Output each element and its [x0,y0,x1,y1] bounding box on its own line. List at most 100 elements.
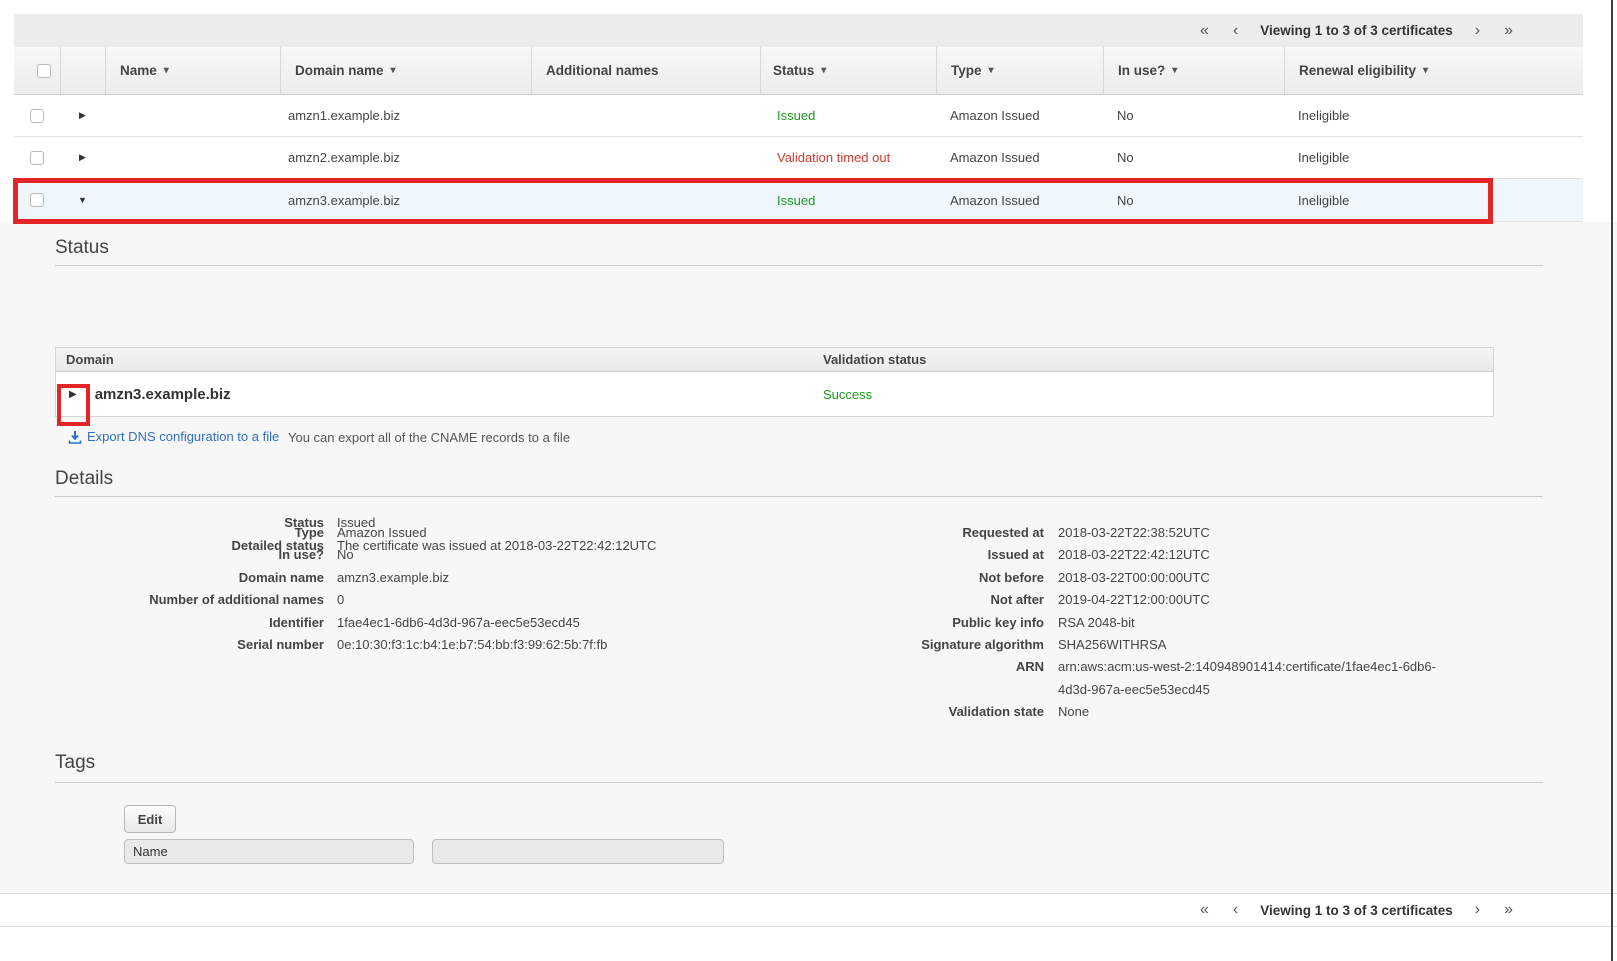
detail-label: Serial number [55,634,324,656]
domain-header: Domain [56,352,823,367]
detail-label: Identifier [55,612,324,634]
detail-label: Issued at [850,544,1044,566]
cell-in-use: No [1103,95,1284,136]
details-right-column: Requested at 2018-03-22T22:38:52UTC Issue… [850,522,1450,724]
identifier-link[interactable]: 1fae4ec1-6db6-4d3d-967a-eec5e53ecd45 [337,612,580,634]
detail-value: Amazon Issued [337,522,427,544]
cell-domain-name: amzn3.example.biz [280,179,531,221]
cell-additional-names [531,179,760,221]
cell-name [105,137,280,178]
pagination: « ‹ Viewing 1 to 3 of 3 certificates › » [1188,902,1525,918]
tag-value-field[interactable] [432,839,724,864]
detail-value: amzn3.example.biz [337,567,449,589]
table-row-amzn2: ▶ amzn2.example.biz Validation timed out… [14,137,1583,179]
detail-label: ARN [850,656,1044,678]
table-header-row: Name▾ Domain name▾ Additional names Stat… [14,47,1583,95]
detail-value: No [337,544,354,566]
export-hint-text: You can export all of the CNAME records … [288,430,570,445]
cell-renewal-eligibility: Ineligible [1284,95,1583,136]
header-name[interactable]: Name▾ [105,47,280,94]
detail-label: Not before [850,567,1044,589]
cell-domain-name: amzn1.example.biz [280,95,531,136]
expand-row-icon[interactable]: ▶ [79,110,86,121]
sort-icon: ▾ [164,65,169,76]
sort-icon: ▾ [1423,65,1428,76]
details-section-title: Details [55,468,113,490]
detail-value: 2018-03-22T22:38:52UTC [1058,522,1210,544]
collapse-row-icon[interactable]: ▼ [78,195,87,205]
domain-row: ▶ amzn3.example.biz Success [56,372,1493,416]
cell-name [105,95,280,136]
expand-domain-icon[interactable]: ▶ [69,389,77,400]
select-all-checkbox[interactable] [37,64,51,78]
header-status[interactable]: Status▾ [760,47,936,94]
header-in-use[interactable]: In use?▾ [1103,47,1284,94]
detail-value: None [1058,701,1089,723]
row-checkbox[interactable] [30,151,44,165]
tag-name-field[interactable] [124,839,414,864]
detail-label: Public key info [850,612,1044,634]
cell-in-use: No [1103,179,1284,221]
detail-value: 2018-03-22T22:42:12UTC [1058,544,1210,566]
domain-table-header: Domain Validation status [56,348,1493,372]
next-page-icon[interactable]: › [1463,23,1492,39]
sort-icon: ▾ [391,65,396,76]
header-domain-name[interactable]: Domain name▾ [280,47,531,94]
detail-label: Validation state [850,701,1044,723]
sort-icon: ▾ [1172,65,1177,76]
cell-type: Amazon Issued [936,95,1103,136]
first-page-icon[interactable]: « [1188,902,1221,918]
detail-label: Signature algorithm [850,634,1044,656]
right-window-edge [1611,0,1613,961]
detail-value: RSA 2048-bit [1058,612,1135,634]
certificates-table: Name▾ Domain name▾ Additional names Stat… [14,47,1583,222]
header-type[interactable]: Type▾ [936,47,1103,94]
cell-status: Validation timed out [760,137,936,178]
cell-status: Issued [760,95,936,136]
header-renewal-eligibility[interactable]: Renewal eligibility▾ [1284,47,1583,94]
domain-validation-table: Domain Validation status ▶ amzn3.example… [55,347,1494,417]
tags-section-title: Tags [55,752,95,774]
detail-label: Type [55,522,324,544]
top-pagination-bar: « ‹ Viewing 1 to 3 of 3 certificates › » [14,14,1583,47]
arn-value: arn:aws:acm:us-west-2:140948901414:certi… [1058,656,1450,701]
detail-label: Domain name [55,567,324,589]
detail-label: Number of additional names [55,589,324,611]
prev-page-icon[interactable]: ‹ [1221,902,1250,918]
expand-row-icon[interactable]: ▶ [79,152,86,163]
details-left-column: Type Amazon Issued In use? No Domain name a… [55,522,607,656]
sort-icon: ▾ [821,65,826,76]
export-dns-link[interactable]: Export DNS configuration to a file [68,429,279,444]
detail-value: 2018-03-22T00:00:00UTC [1058,567,1210,589]
pagination-label: Viewing 1 to 3 of 3 certificates [1260,903,1453,918]
detail-label: In use? [55,544,324,566]
table-row-amzn1: ▶ amzn1.example.biz Issued Amazon Issued… [14,95,1583,137]
download-icon [68,430,82,444]
cell-status: Issued [760,179,936,221]
last-page-icon[interactable]: » [1492,23,1525,39]
cell-in-use: No [1103,137,1284,178]
table-row-amzn3-expanded: ▼ amzn3.example.biz Issued Amazon Issued… [14,179,1583,222]
cell-additional-names [531,137,760,178]
cell-type: Amazon Issued [936,137,1103,178]
detail-value: SHA256WITHRSA [1058,634,1166,656]
detail-value: 0e:10:30:f3:1c:b4:1e:b7:54:bb:f3:99:62:5… [337,634,607,656]
cell-name [105,179,280,221]
row-checkbox[interactable] [30,109,44,123]
first-page-icon[interactable]: « [1188,23,1221,39]
row-checkbox[interactable] [30,193,44,207]
detail-label: Requested at [850,522,1044,544]
prev-page-icon[interactable]: ‹ [1221,23,1250,39]
edit-tags-button[interactable]: Edit [124,805,176,833]
cell-additional-names [531,95,760,136]
divider [55,496,1543,497]
cell-domain-name: amzn2.example.biz [280,137,531,178]
validation-status-header: Validation status [823,352,926,367]
expand-header-cell [60,47,105,94]
next-page-icon[interactable]: › [1463,902,1492,918]
certificate-detail-panel: Status Status Issued Detailed status The… [0,222,1617,893]
divider [55,782,1543,783]
pagination-label: Viewing 1 to 3 of 3 certificates [1260,23,1453,38]
last-page-icon[interactable]: » [1492,902,1525,918]
divider [55,265,1543,266]
